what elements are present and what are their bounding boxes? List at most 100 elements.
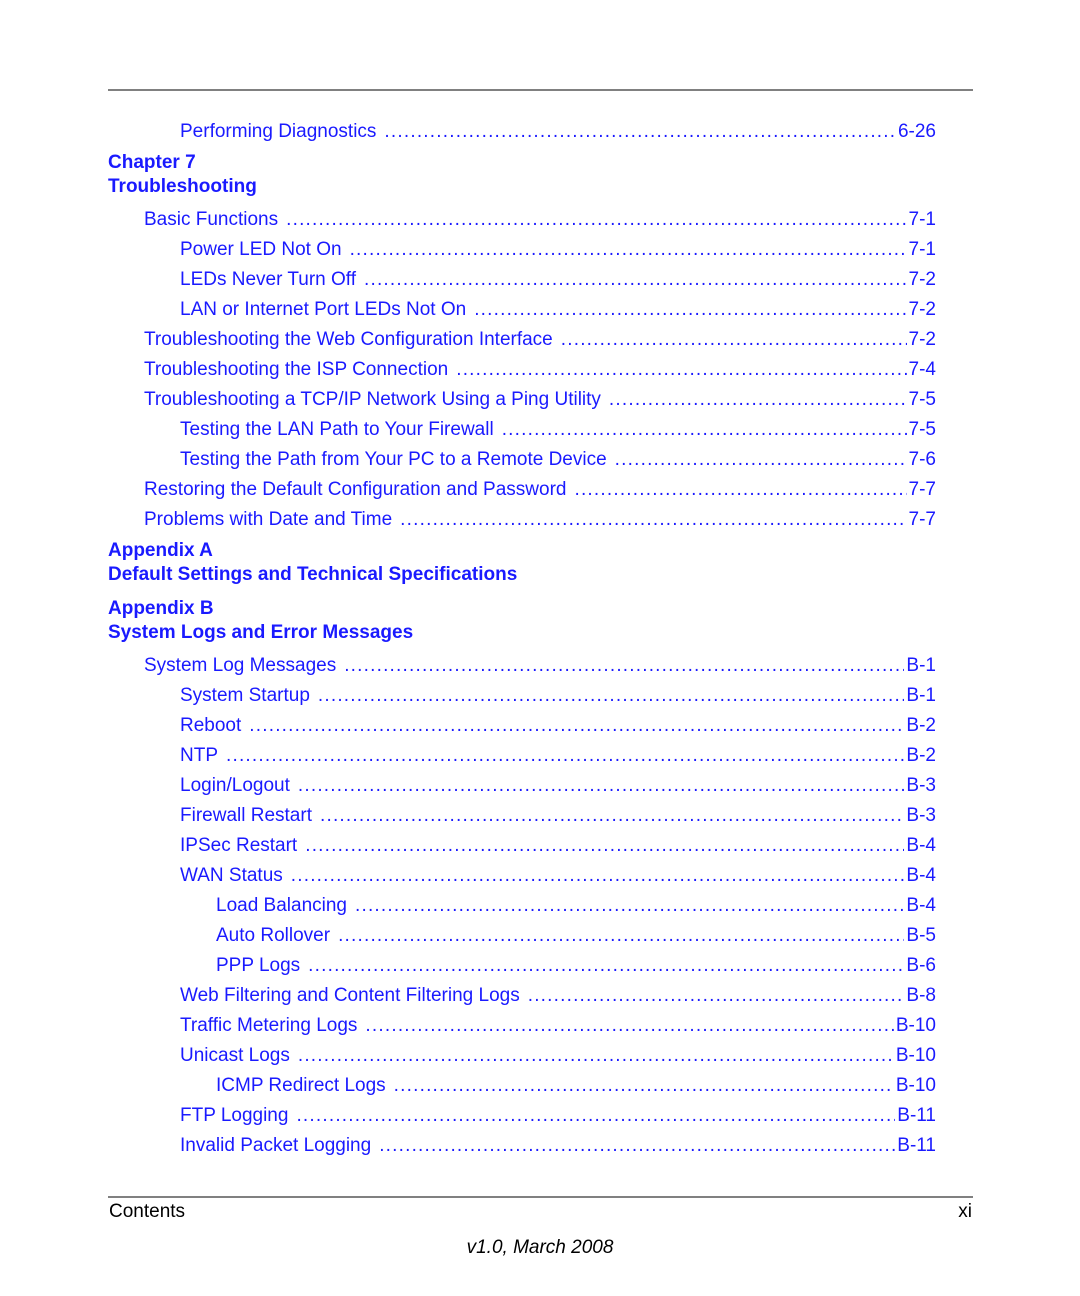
chapter-7-title[interactable]: Troubleshooting (108, 176, 257, 198)
toc-entry-page: 7-2 (908, 329, 936, 350)
dot-leader (528, 985, 905, 1007)
toc-entry-page: 7-5 (908, 389, 936, 410)
toc-entry-page: B-4 (906, 895, 936, 916)
appendix-a-title[interactable]: Default Settings and Technical Specifica… (108, 564, 517, 586)
toc-entry-page: 7-7 (908, 509, 936, 530)
toc-entry-title: FTP Logging (180, 1105, 289, 1126)
toc-entry-title: Invalid Packet Logging (180, 1135, 372, 1156)
toc-entry-page: B-3 (906, 775, 936, 796)
toc-entry[interactable]: Web Filtering and Content Filtering Logs… (180, 985, 936, 1011)
dot-leader (298, 775, 905, 797)
footer-version: v1.0, March 2008 (466, 1237, 614, 1258)
dot-leader (320, 805, 904, 827)
toc-entry[interactable]: Auto Rollover B-5 (216, 925, 936, 951)
toc-entry-title: System Log Messages (144, 655, 337, 676)
toc-entry-title: Load Balancing (216, 895, 347, 916)
toc-entry-title: LAN or Internet Port LEDs Not On (180, 299, 467, 320)
toc-entry[interactable]: Traffic Metering Logs B-10 (180, 1015, 936, 1041)
toc-entry-title: Troubleshooting the Web Configuration In… (144, 329, 553, 350)
toc-entry[interactable]: LEDs Never Turn Off 7-2 (180, 269, 936, 295)
dot-leader (615, 449, 907, 471)
toc-entry-title: WAN Status (180, 865, 283, 886)
toc-entry[interactable]: Load Balancing B-4 (216, 895, 936, 921)
toc-entry[interactable]: FTP Logging B-11 (180, 1105, 936, 1131)
toc-entry[interactable]: Unicast Logs B-10 (180, 1045, 936, 1071)
toc-entry-page: 7-2 (908, 269, 936, 290)
dot-leader (291, 865, 905, 887)
toc-entry-title: Firewall Restart (180, 805, 312, 826)
toc-entry[interactable]: Problems with Date and Time 7-7 (144, 509, 936, 535)
toc-entry-title: ICMP Redirect Logs (216, 1075, 386, 1096)
toc-entry[interactable]: Testing the Path from Your PC to a Remot… (180, 449, 936, 475)
dot-leader (308, 955, 904, 977)
dot-leader (574, 479, 906, 501)
toc-entry-page: 7-1 (908, 239, 936, 260)
toc-entry-page: 7-5 (908, 419, 936, 440)
toc-entry[interactable]: Basic Functions 7-1 (144, 209, 936, 235)
dot-leader (298, 1045, 894, 1067)
toc-entry-title: NTP (180, 745, 218, 766)
dot-leader (318, 685, 905, 707)
toc-entry[interactable]: Login/Logout B-3 (180, 775, 936, 801)
toc-entry-title: Problems with Date and Time (144, 509, 393, 530)
toc-entry-page: B-5 (906, 925, 936, 946)
toc-entry-page: 7-6 (908, 449, 936, 470)
toc-entry-title: Reboot (180, 715, 242, 736)
toc-entry[interactable]: LAN or Internet Port LEDs Not On 7-2 (180, 299, 936, 325)
appendix-b-title[interactable]: System Logs and Error Messages (108, 622, 413, 644)
dot-leader (456, 359, 906, 381)
dot-leader (384, 121, 896, 143)
appendix-a-number[interactable]: Appendix A (108, 540, 213, 562)
toc-entry-title: Testing the Path from Your PC to a Remot… (180, 449, 607, 470)
toc-entry[interactable]: IPSec Restart B-4 (180, 835, 936, 861)
header-rule (108, 89, 973, 91)
dot-leader (249, 715, 904, 737)
toc-entry-title: Troubleshooting a TCP/IP Network Using a… (144, 389, 601, 410)
toc-entry[interactable]: Troubleshooting the Web Configuration In… (144, 329, 936, 355)
dot-leader (609, 389, 907, 411)
toc-entry-page: B-1 (906, 655, 936, 676)
toc-entry-title: Power LED Not On (180, 239, 342, 260)
toc-entry-page: B-6 (906, 955, 936, 976)
toc-entry[interactable]: Invalid Packet Logging B-11 (180, 1135, 936, 1161)
toc-entry-title: Web Filtering and Content Filtering Logs (180, 985, 520, 1006)
dot-leader (365, 1015, 893, 1037)
toc-entry[interactable]: System Log Messages B-1 (144, 655, 936, 681)
toc-entry-title: Traffic Metering Logs (180, 1015, 358, 1036)
toc-entry-page: 7-2 (908, 299, 936, 320)
toc-entry[interactable]: Power LED Not On 7-1 (180, 239, 936, 265)
toc-entry-page: 7-4 (908, 359, 936, 380)
dot-leader (350, 239, 907, 261)
toc-entry[interactable]: WAN Status B-4 (180, 865, 936, 891)
toc-entry-page: B-10 (895, 1075, 936, 1096)
toc-entry[interactable]: Firewall Restart B-3 (180, 805, 936, 831)
toc-entry[interactable]: ICMP Redirect Logs B-10 (216, 1075, 936, 1101)
toc-entry-title: Performing Diagnostics (180, 121, 377, 142)
toc-entry[interactable]: Reboot B-2 (180, 715, 936, 741)
dot-leader (296, 1105, 895, 1127)
toc-entry-page: B-4 (906, 865, 936, 886)
toc-entry-page: B-10 (895, 1045, 936, 1066)
toc-entry[interactable]: NTP B-2 (180, 745, 936, 771)
toc-entry-title: PPP Logs (216, 955, 301, 976)
toc-entry-page: B-11 (897, 1105, 936, 1126)
footer-page-number: xi (958, 1201, 972, 1222)
dot-leader (286, 209, 906, 231)
toc-entry[interactable]: Restoring the Default Configuration and … (144, 479, 936, 505)
toc-entry-title: Login/Logout (180, 775, 290, 796)
toc-entry[interactable]: Troubleshooting the ISP Connection 7-4 (144, 359, 936, 385)
toc-entry-page: B-4 (906, 835, 936, 856)
toc-entry-page: 7-7 (908, 479, 936, 500)
toc-entry-page: B-1 (906, 685, 936, 706)
toc-entry[interactable]: Testing the LAN Path to Your Firewall 7-5 (180, 419, 936, 445)
dot-leader (338, 925, 904, 947)
toc-entry[interactable]: Performing Diagnostics 6-26 (180, 121, 936, 147)
toc-entry-title: Restoring the Default Configuration and … (144, 479, 567, 500)
toc-entry-page: 7-1 (908, 209, 936, 230)
toc-entry[interactable]: System Startup B-1 (180, 685, 936, 711)
toc-entry[interactable]: PPP Logs B-6 (216, 955, 936, 981)
toc-entry[interactable]: Troubleshooting a TCP/IP Network Using a… (144, 389, 936, 415)
chapter-7-number[interactable]: Chapter 7 (108, 152, 196, 174)
dot-leader (502, 419, 907, 441)
appendix-b-number[interactable]: Appendix B (108, 598, 214, 620)
